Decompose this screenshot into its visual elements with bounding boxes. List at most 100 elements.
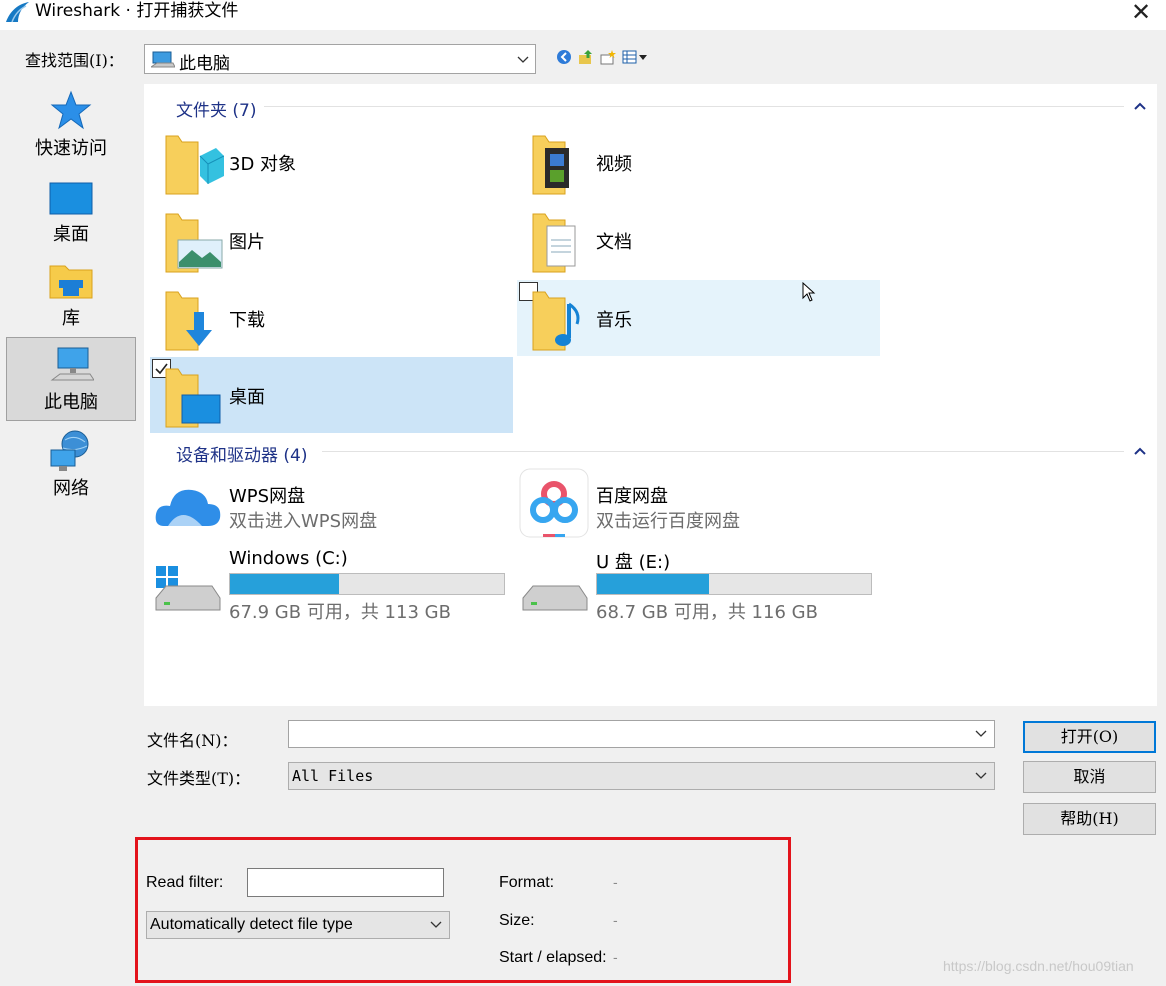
baidu-netdisk-icon: [519, 468, 589, 538]
file-list-pane: 文件夹 (7) 3D 对象 视频 图片 文档 下载 音乐 桌面 设备和驱动器 (…: [144, 84, 1157, 706]
detect-value: Automatically detect file type: [150, 916, 353, 933]
folder-item-documents[interactable]: 文档: [517, 202, 880, 278]
wireshark-logo-icon: [6, 2, 29, 23]
device-name: Windows (C:): [229, 548, 348, 569]
highlight-frame: [135, 837, 791, 983]
device-subtitle: 67.9 GB 可用，共 113 GB: [229, 602, 451, 623]
documents-folder-icon: [532, 213, 576, 273]
device-item-drive-e[interactable]: U 盘 (E:) 68.7 GB 可用，共 116 GB: [517, 542, 880, 623]
sidebar-item-label: 此电脑: [44, 392, 98, 413]
drive-usage-fill: [230, 574, 340, 594]
device-name: U 盘 (E:): [596, 552, 671, 573]
format-label: Format:: [499, 874, 555, 891]
folder-name: 音乐: [596, 310, 632, 331]
cancel-button[interactable]: 取消: [1023, 761, 1156, 793]
3d-objects-folder-icon: [165, 135, 224, 195]
drive-usage-fill: [597, 574, 709, 594]
sidebar-item-this-pc[interactable]: 此电脑: [6, 337, 136, 421]
folder-item-music[interactable]: 音乐: [517, 280, 880, 356]
group-divider: [264, 106, 1124, 107]
chevron-down-icon: [975, 772, 987, 779]
folder-name: 3D 对象: [229, 154, 297, 175]
star-icon: [50, 90, 92, 130]
folder-item-pictures[interactable]: 图片: [150, 202, 513, 278]
filename-label: 文件名(N)：: [147, 731, 238, 750]
file-type-detect-select[interactable]: Automatically detect file type: [146, 911, 450, 939]
up-folder-icon[interactable]: [578, 49, 594, 65]
group-divider: [322, 451, 1124, 452]
usb-drive-icon: [522, 585, 588, 611]
pc-icon: [50, 347, 94, 381]
folder-item-videos[interactable]: 视频: [517, 124, 880, 200]
device-item-drive-c[interactable]: Windows (C:) 67.9 GB 可用，共 113 GB: [150, 542, 513, 623]
devices-group-header[interactable]: 设备和驱动器 (4): [176, 441, 307, 466]
lookin-combo[interactable]: 此电脑: [144, 44, 536, 74]
chevron-up-icon[interactable]: [1134, 447, 1146, 455]
folder-item-desktop[interactable]: 桌面: [150, 357, 513, 433]
open-button[interactable]: 打开(O): [1023, 721, 1156, 753]
windows-drive-icon: [155, 566, 221, 611]
videos-folder-icon: [532, 135, 569, 195]
mouse-cursor-icon: [802, 282, 816, 302]
nav-toolbar: [556, 48, 648, 66]
back-icon[interactable]: [556, 49, 572, 65]
filetype-value: All Files: [292, 767, 374, 785]
folder-name: 文档: [596, 232, 632, 253]
chevron-down-icon[interactable]: [975, 728, 987, 740]
sidebar-item-desktop[interactable]: 桌面: [6, 168, 136, 252]
start-elapsed-label: Start / elapsed:: [499, 949, 607, 966]
pc-small-icon: [151, 51, 175, 68]
chevron-down-icon: [430, 921, 442, 928]
lookin-value: 此电脑: [179, 54, 230, 74]
start-elapsed-value: -: [613, 949, 618, 965]
sidebar-item-label: 快速访问: [35, 138, 107, 159]
desktop-folder-icon: [165, 368, 221, 428]
new-folder-icon[interactable]: [600, 49, 616, 65]
close-button[interactable]: ✕: [1124, 0, 1158, 26]
network-icon: [50, 430, 89, 471]
desktop-icon: [49, 182, 93, 215]
folder-name: 下载: [229, 310, 265, 331]
filename-input[interactable]: [288, 720, 995, 748]
drive-usage-meter: [229, 573, 505, 595]
sidebar-item-quick-access[interactable]: 快速访问: [6, 82, 136, 166]
sidebar-item-label: 库: [62, 308, 80, 329]
folders-group-header[interactable]: 文件夹 (7): [176, 96, 256, 121]
music-folder-icon: [532, 291, 580, 351]
device-item-baidu-netdisk[interactable]: 百度网盘 双击运行百度网盘: [517, 468, 880, 546]
title-bar: Wireshark · 打开捕获文件 ✕: [0, 0, 1166, 30]
chevron-up-icon[interactable]: [1134, 102, 1146, 110]
library-icon: [49, 265, 93, 299]
folder-name: 视频: [596, 154, 632, 175]
filetype-label: 文件类型(T)：: [147, 769, 251, 788]
read-filter-label: Read filter:: [146, 874, 224, 891]
drive-usage-meter: [596, 573, 872, 595]
wps-cloud-icon: [155, 489, 221, 526]
device-item-wps-cloud[interactable]: WPS网盘 双击进入WPS网盘: [150, 476, 513, 546]
filetype-select[interactable]: All Files: [288, 762, 995, 790]
size-label: Size:: [499, 912, 535, 929]
device-subtitle: 双击进入WPS网盘: [229, 511, 378, 532]
places-sidebar: 快速访问 桌面 库 此电脑 网络: [4, 80, 138, 860]
chevron-down-icon: [517, 56, 529, 63]
downloads-folder-icon: [165, 291, 212, 351]
window-title: Wireshark · 打开捕获文件: [35, 1, 239, 21]
sidebar-item-network[interactable]: 网络: [6, 422, 136, 506]
folder-item-3d-objects[interactable]: 3D 对象: [150, 124, 513, 200]
view-menu-icon[interactable]: [622, 49, 648, 65]
folder-name: 桌面: [229, 387, 265, 408]
format-value: -: [613, 874, 618, 890]
device-name: WPS网盘: [229, 486, 306, 507]
device-subtitle: 68.7 GB 可用，共 116 GB: [596, 602, 818, 623]
pictures-folder-icon: [165, 213, 223, 273]
sidebar-item-label: 桌面: [53, 224, 89, 245]
read-filter-input[interactable]: [247, 868, 444, 897]
help-button[interactable]: 帮助(H): [1023, 803, 1156, 835]
device-subtitle: 双击运行百度网盘: [596, 511, 740, 532]
sidebar-item-library[interactable]: 库: [6, 252, 136, 336]
folder-item-downloads[interactable]: 下载: [150, 280, 513, 356]
lookin-label: 查找范围(I)：: [25, 51, 124, 70]
folder-name: 图片: [229, 232, 265, 253]
device-name: 百度网盘: [596, 486, 668, 507]
sidebar-item-label: 网络: [53, 478, 89, 499]
